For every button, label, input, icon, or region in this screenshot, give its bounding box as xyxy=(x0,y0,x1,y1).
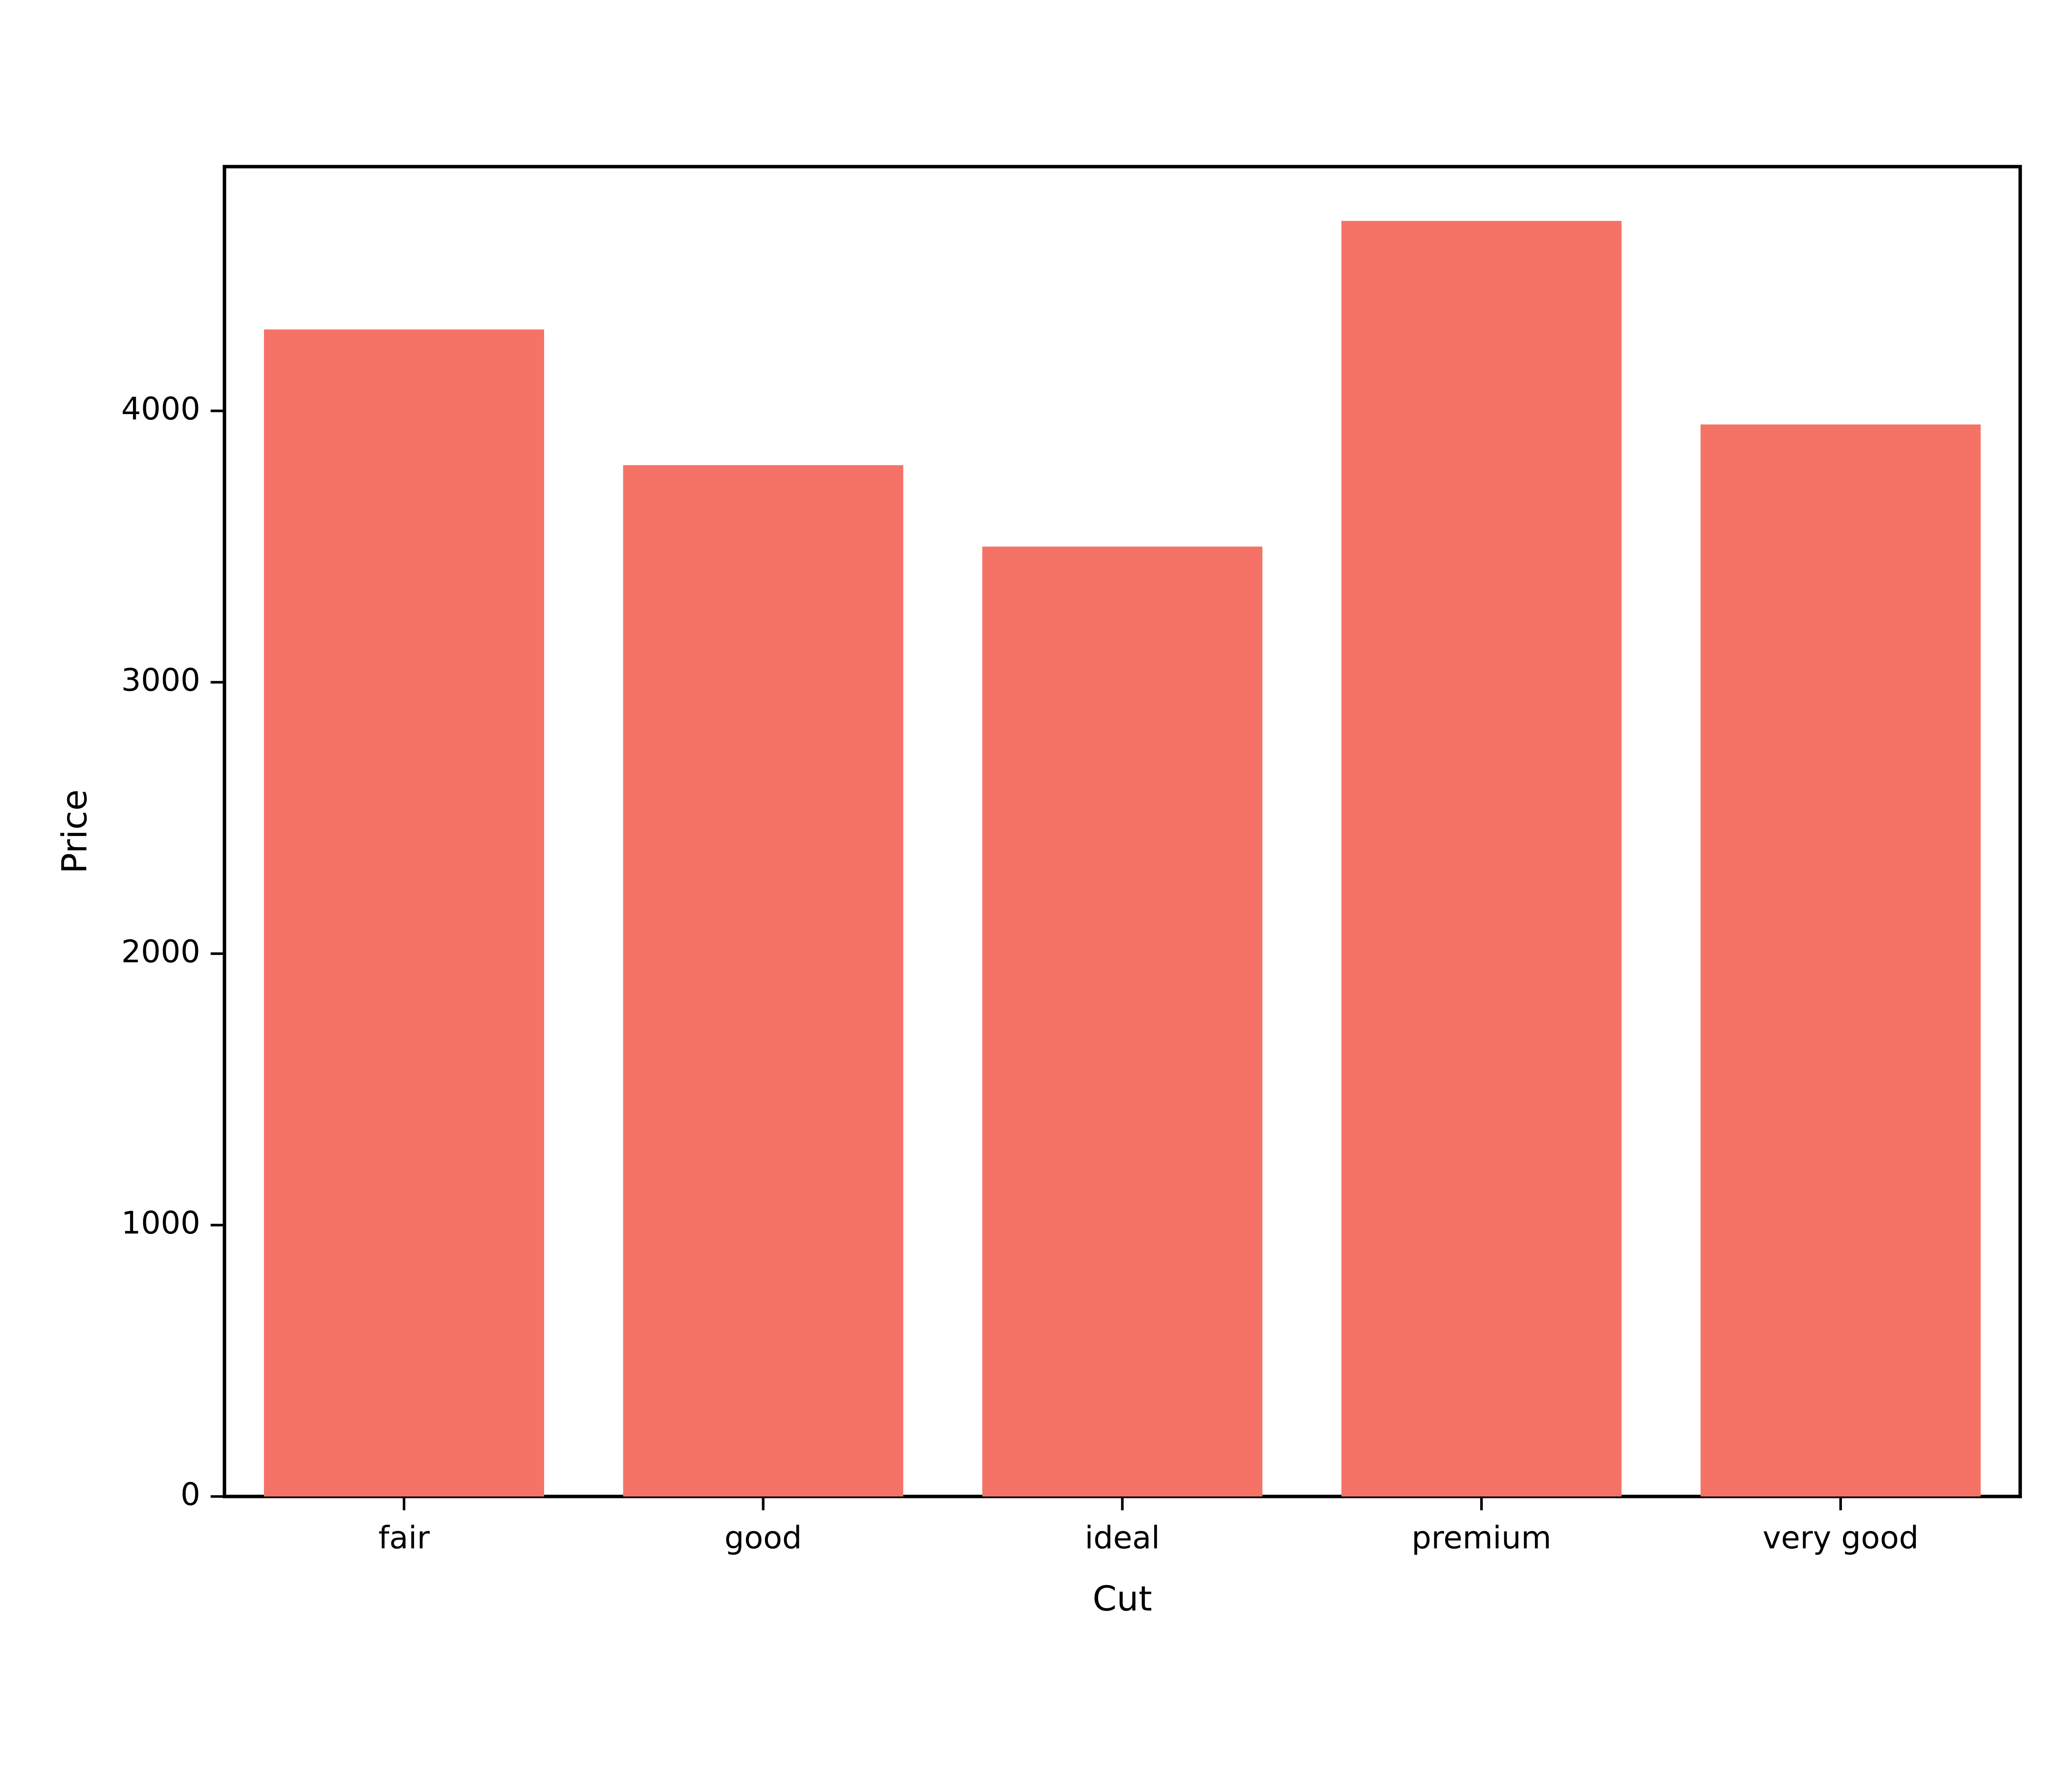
y-tick-label: 3000 xyxy=(121,662,200,698)
y-tick-label: 0 xyxy=(181,1476,201,1513)
x-tick-label: good xyxy=(724,1519,802,1556)
bar-chart: 0 1000 2000 3000 4000 fair good ideal premium ver… xyxy=(0,0,2072,1784)
bar-very-good xyxy=(1701,424,1981,1496)
x-axis-label: Cut xyxy=(1092,1578,1152,1619)
y-axis-label: Price xyxy=(54,790,94,874)
x-tick-label: very good xyxy=(1762,1519,1919,1556)
x-tick-label: ideal xyxy=(1085,1519,1160,1556)
bar-ideal xyxy=(982,547,1262,1497)
x-tick-label: premium xyxy=(1411,1519,1551,1556)
chart-container: 0 1000 2000 3000 4000 fair good ideal premium ver… xyxy=(0,0,2072,1784)
bar-premium xyxy=(1341,221,1622,1496)
y-tick-label: 2000 xyxy=(121,933,200,970)
bar-good xyxy=(623,465,903,1496)
bar-fair xyxy=(264,330,544,1496)
y-tick-label: 4000 xyxy=(121,390,200,427)
y-tick-label: 1000 xyxy=(121,1205,200,1241)
x-tick-label: fair xyxy=(378,1519,430,1556)
